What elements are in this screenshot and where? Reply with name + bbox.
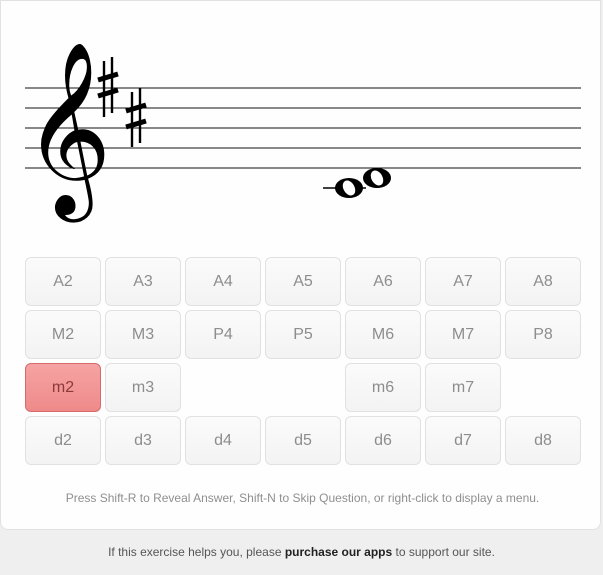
interval-button-m6-major[interactable]: M6 xyxy=(345,310,421,359)
interval-button-d6[interactable]: d6 xyxy=(345,416,421,465)
interval-button-d2[interactable]: d2 xyxy=(25,416,101,465)
interval-button-p4[interactable]: P4 xyxy=(185,310,261,359)
interval-button-m2-minor[interactable]: m2 xyxy=(25,363,101,412)
interval-button-p5[interactable]: P5 xyxy=(265,310,341,359)
footer-text-after: to support our site. xyxy=(392,545,495,559)
interval-button-a4[interactable]: A4 xyxy=(185,257,261,306)
interval-button-a3[interactable]: A3 xyxy=(105,257,181,306)
interval-button-d4[interactable]: d4 xyxy=(185,416,261,465)
interval-button-m6-minor[interactable]: m6 xyxy=(345,363,421,412)
interval-button-d3[interactable]: d3 xyxy=(105,416,181,465)
interval-button-p8[interactable]: P8 xyxy=(505,310,581,359)
interval-button-m3-major[interactable]: M3 xyxy=(105,310,181,359)
whole-note-c-icon xyxy=(335,178,363,198)
interval-button-grid: A2 A3 A4 A5 A6 A7 A8 M2 M3 P4 P5 M6 M7 P… xyxy=(25,257,581,465)
interval-button-a2[interactable]: A2 xyxy=(25,257,101,306)
interval-button-d5[interactable]: d5 xyxy=(265,416,341,465)
support-footer: If this exercise helps you, please purch… xyxy=(0,545,603,559)
purchase-apps-link[interactable]: purchase our apps xyxy=(285,545,392,559)
whole-note-d-icon xyxy=(363,168,391,188)
interval-button-d8[interactable]: d8 xyxy=(505,416,581,465)
keyboard-hint: Press Shift-R to Reveal Answer, Shift-N … xyxy=(65,491,540,505)
exercise-card: 𝄞 A2 A3 A4 A5 A6 A7 A8 M2 M3 P4 P5 M6 M7… xyxy=(0,0,601,530)
svg-text:𝄞: 𝄞 xyxy=(23,41,112,223)
interval-button-a5[interactable]: A5 xyxy=(265,257,341,306)
sharp-c-icon xyxy=(125,88,147,147)
interval-button-m7-minor[interactable]: m7 xyxy=(425,363,501,412)
interval-button-a8[interactable]: A8 xyxy=(505,257,581,306)
interval-button-a7[interactable]: A7 xyxy=(425,257,501,306)
interval-button-a6[interactable]: A6 xyxy=(345,257,421,306)
interval-button-m3-minor[interactable]: m3 xyxy=(105,363,181,412)
interval-button-m2-major[interactable]: M2 xyxy=(25,310,101,359)
music-staff: 𝄞 xyxy=(1,1,603,241)
footer-text-before: If this exercise helps you, please xyxy=(108,545,285,559)
interval-button-d7[interactable]: d7 xyxy=(425,416,501,465)
interval-button-m7-major[interactable]: M7 xyxy=(425,310,501,359)
treble-clef-icon: 𝄞 xyxy=(23,41,112,223)
